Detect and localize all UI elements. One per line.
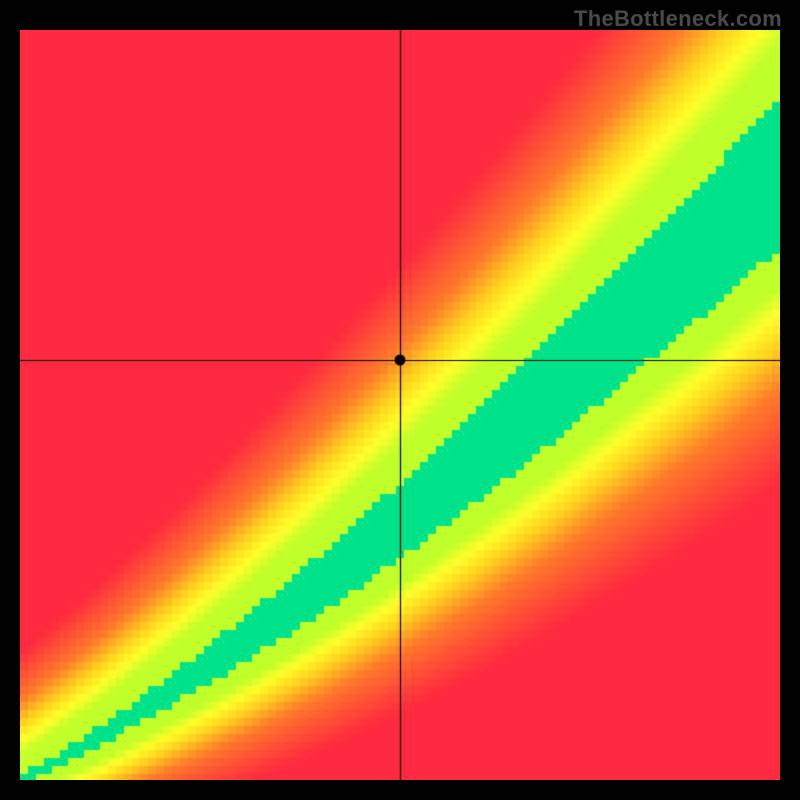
watermark-text: TheBottleneck.com <box>574 6 782 32</box>
bottleneck-heatmap <box>20 30 780 780</box>
chart-frame: TheBottleneck.com <box>0 0 800 800</box>
